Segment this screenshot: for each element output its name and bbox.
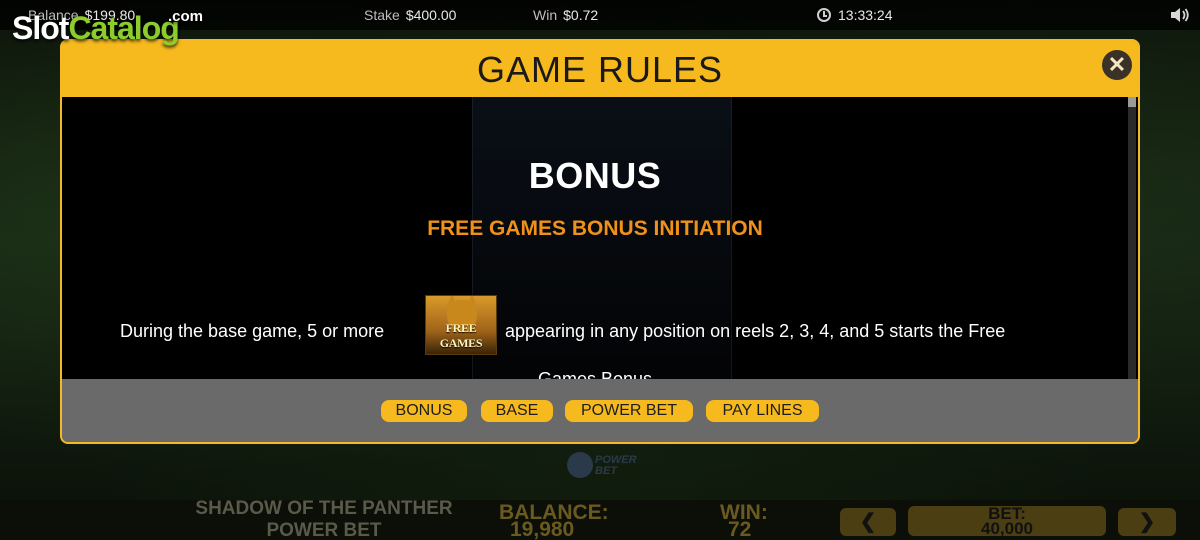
clock-readout: 13:33:24 <box>817 7 893 23</box>
bet-display: BET: 40,000 <box>908 505 1106 538</box>
win-label: Win <box>533 7 558 23</box>
modal-header: GAME RULES ✕ <box>62 41 1138 97</box>
tab-pay-lines[interactable]: PAY LINES <box>706 400 819 422</box>
power-bet-logo: POWER BET <box>565 452 655 480</box>
rule-text-after: appearing in any position on reels 2, 3,… <box>505 321 1006 341</box>
bet-increase-button[interactable]: ❯ <box>1118 508 1176 536</box>
modal-title: GAME RULES <box>476 49 724 90</box>
game-name: SHADOW OF THE PANTHER POWER BET <box>186 498 462 540</box>
watermark-com: .com <box>168 8 204 25</box>
watermark-slot: Slot <box>12 10 69 46</box>
symbol-label: FREE GAMES <box>439 321 483 350</box>
game-name-line1: SHADOW OF THE PANTHER <box>195 498 453 519</box>
watermark-catalog: Catalog <box>68 10 179 46</box>
stake-value: $400.00 <box>405 7 457 23</box>
game-balance-value: 19,980 <box>510 518 575 540</box>
game-rules-modal: GAME RULES ✕ BONUS FREE GAMES BONUS INIT… <box>60 39 1140 444</box>
rules-content[interactable]: BONUS FREE GAMES BONUS INITIATION FREE G… <box>62 97 1138 379</box>
clock-icon <box>817 8 831 22</box>
speaker-icon[interactable] <box>1170 6 1190 24</box>
scrollbar-thumb[interactable] <box>1128 97 1136 107</box>
rule-text-continued: Games Bonus <box>537 369 653 379</box>
tab-base[interactable]: BASE <box>481 400 553 422</box>
section-title: BONUS <box>528 155 662 196</box>
tab-power-bet[interactable]: POWER BET <box>565 400 693 422</box>
subsection-title: FREE GAMES BONUS INITIATION <box>427 217 763 240</box>
stake-label: Stake <box>364 7 400 23</box>
clock-time: 13:33:24 <box>838 7 893 23</box>
rules-tabs: BONUS BASE POWER BET PAY LINES <box>62 379 1138 442</box>
game-win-value: 72 <box>728 518 752 540</box>
win-value: $0.72 <box>563 7 599 23</box>
game-name-line2: POWER BET <box>266 520 382 540</box>
bet-decrease-button[interactable]: ❮ <box>840 508 896 536</box>
win-readout: Win $0.72 <box>533 7 598 23</box>
tab-bonus[interactable]: BONUS <box>381 400 467 422</box>
rule-text-before: During the base game, 5 or more <box>120 321 385 341</box>
scrollbar[interactable] <box>1128 97 1136 379</box>
close-icon[interactable]: ✕ <box>1102 50 1132 80</box>
slotcatalog-watermark: SlotCatalog .com <box>12 8 203 47</box>
bet-value: 40,000 <box>981 519 1033 538</box>
free-games-symbol-icon: FREE GAMES <box>425 295 497 355</box>
stake-readout: Stake $400.00 <box>364 7 456 23</box>
